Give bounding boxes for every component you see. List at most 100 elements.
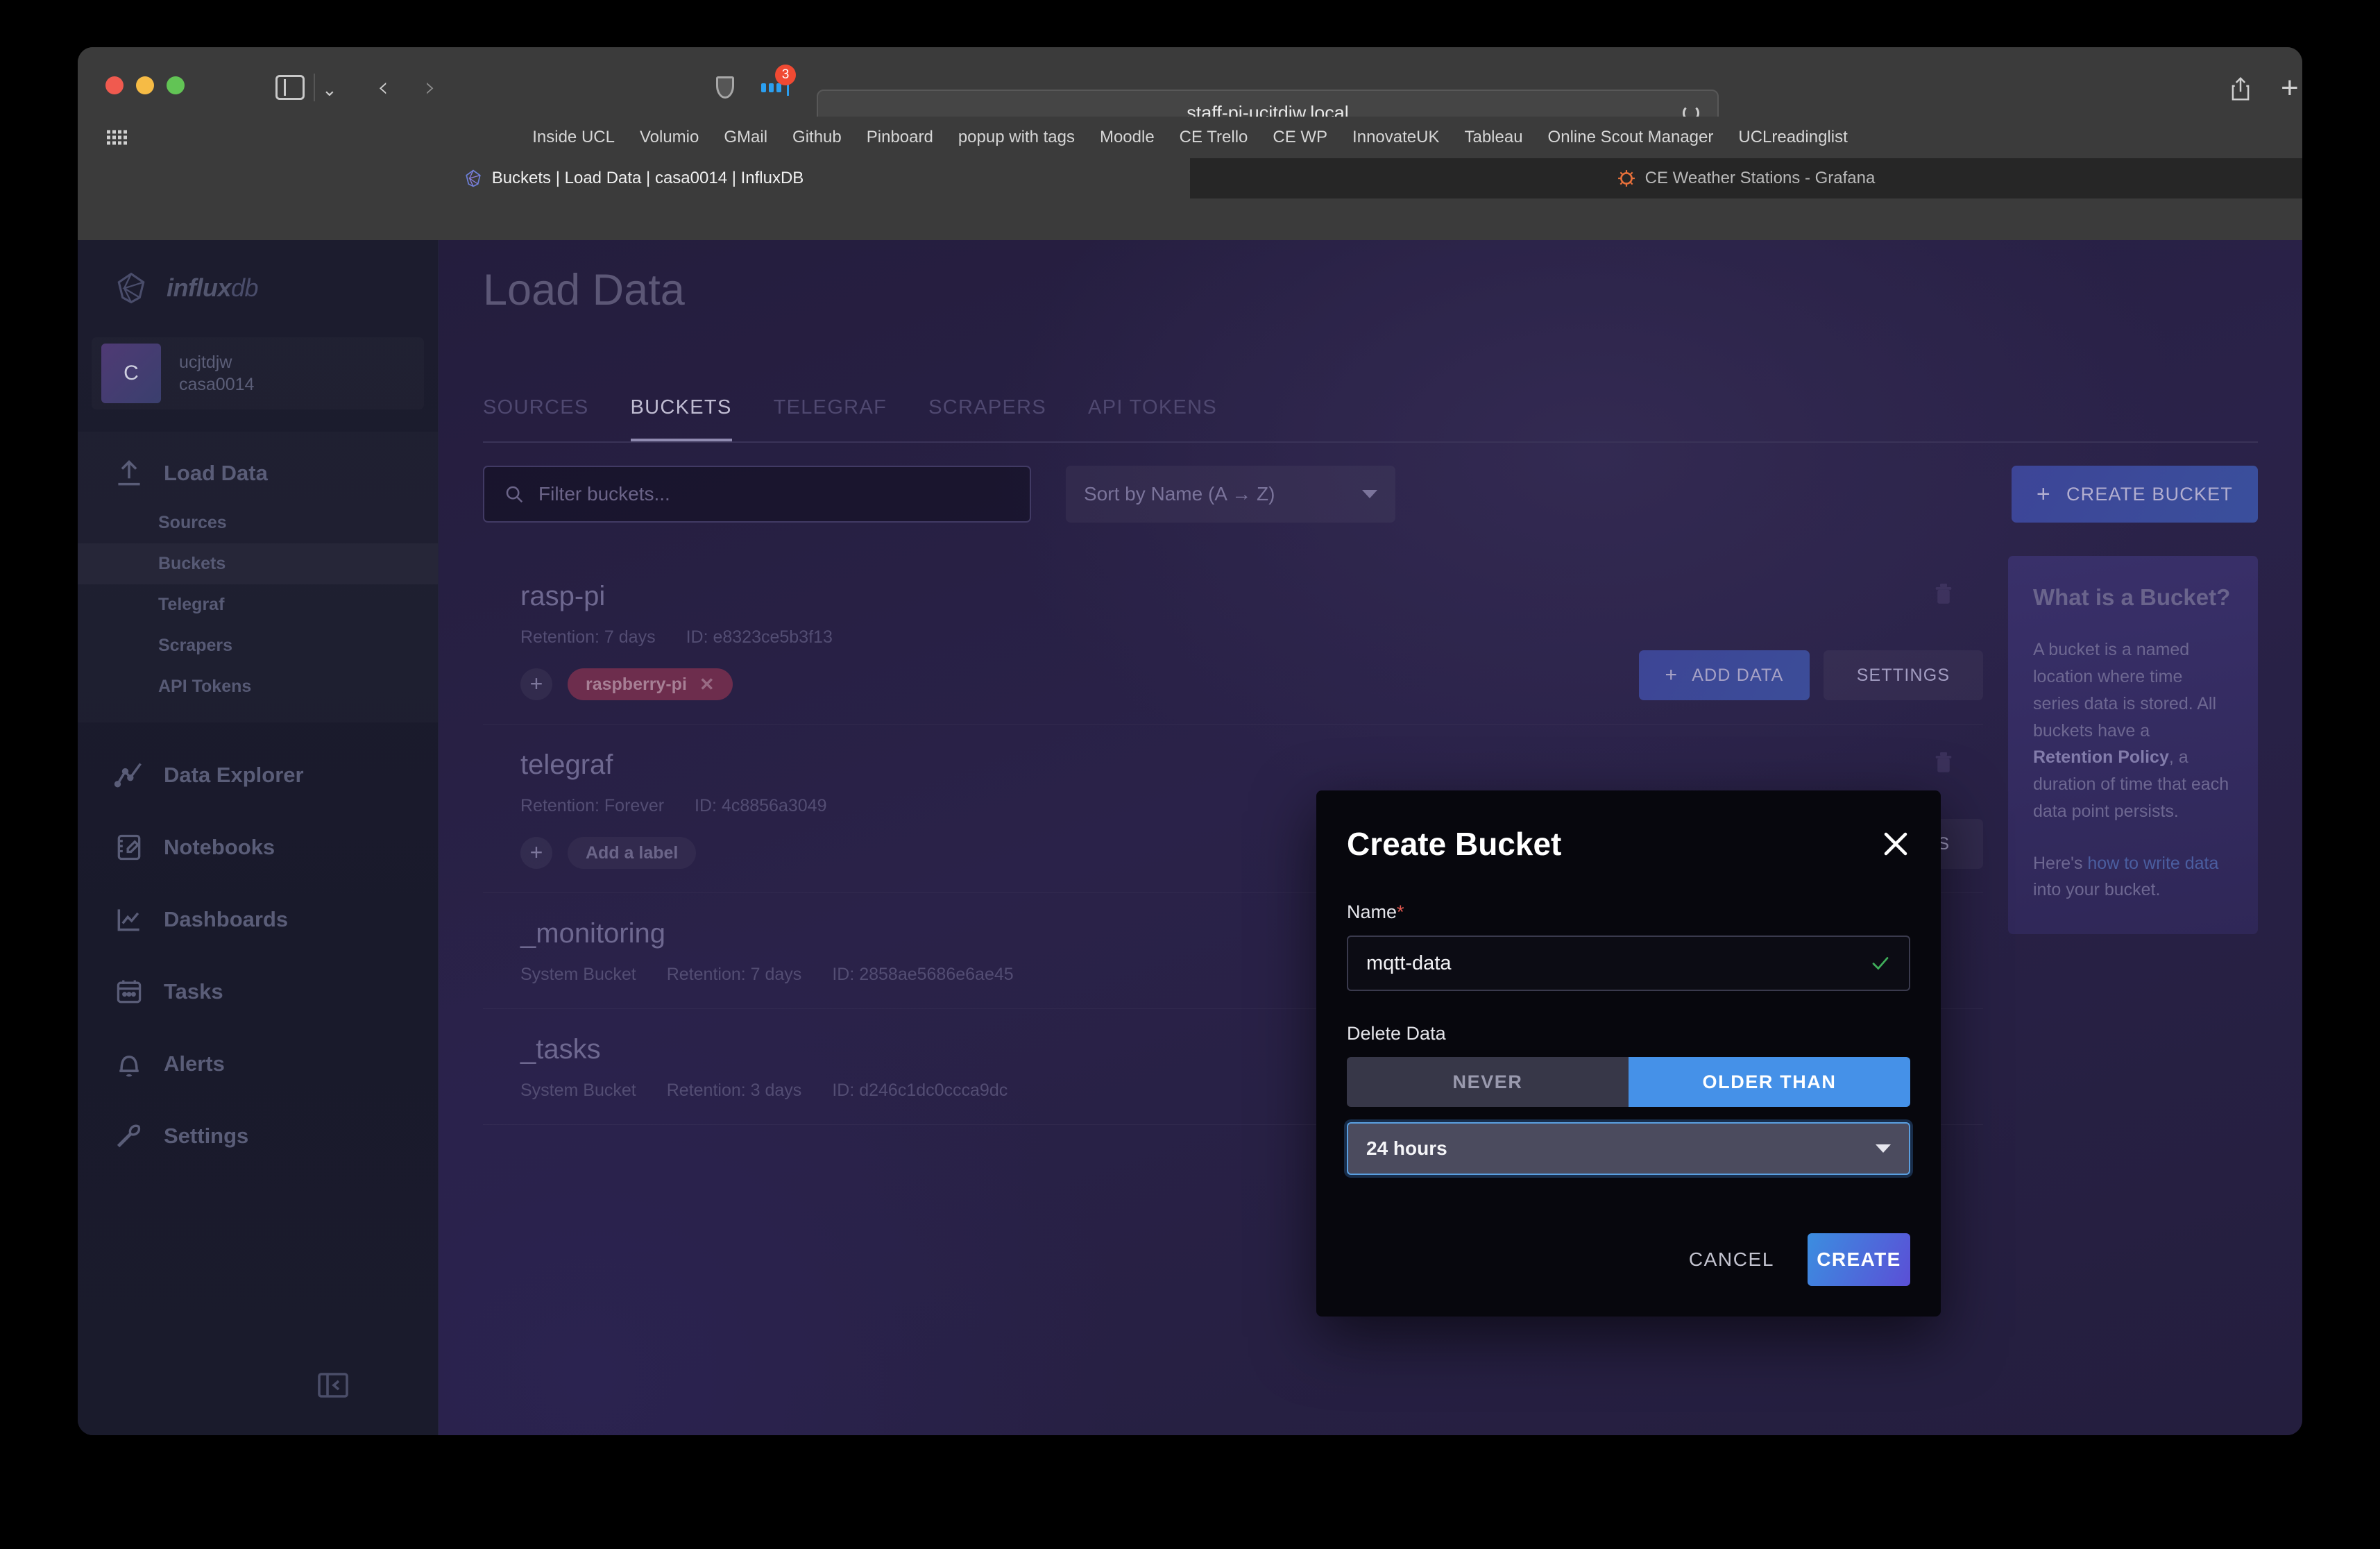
sidebar-item-alerts[interactable]: Alerts [78,1028,438,1100]
calendar-icon [117,980,142,1004]
sidebar-item-label: Alerts [164,1051,225,1076]
browser-titlebar: ⌄ ‹ › 3 staff-pi-ucjtdjw.local + [78,47,2302,137]
modal-footer: CANCEL CREATE [1347,1233,1910,1286]
browser-window: ⌄ ‹ › 3 staff-pi-ucjtdjw.local + Inside … [78,47,2302,1435]
wordmark-light: db [231,273,259,302]
cancel-button[interactable]: CANCEL [1676,1248,1787,1271]
wordmark-bold: influx [167,273,232,302]
data-explorer-icon [114,763,142,788]
bookmark-item[interactable]: Pinboard [867,128,933,147]
sidebar-item-data-explorer[interactable]: Data Explorer [78,739,438,811]
org-username: ucjtdjw [179,353,232,372]
browser-tab-grafana[interactable]: CE Weather Stations - Grafana [1190,158,2302,198]
sidebar-item-sources[interactable]: Sources [78,502,438,543]
bookmark-item[interactable]: CE WP [1273,128,1327,147]
bell-icon [119,1056,139,1077]
influxdb-app: influxdb C ucjtdjw casa0014 Load Data So… [78,240,2302,1435]
notebook-icon [117,834,141,861]
sidebar-item-telegraf[interactable]: Telegraf [78,584,438,625]
bookmark-item[interactable]: Online Scout Manager [1548,128,1714,147]
modal-title: Create Bucket [1347,826,1562,862]
chevron-down-icon[interactable]: ⌄ [322,81,337,99]
bucket-name-input[interactable]: mqtt-data [1347,936,1910,991]
sidebar-toggle-icon[interactable] [275,75,305,100]
sidebar-item-load-data[interactable]: Load Data [78,444,438,502]
retention-duration-dropdown[interactable]: 24 hours [1347,1122,1910,1175]
bookmark-item[interactable]: popup with tags [958,128,1075,147]
required-asterisk: * [1397,902,1404,922]
close-window-button[interactable] [105,76,124,94]
org-name: casa0014 [179,375,255,394]
sidebar-item-tasks[interactable]: Tasks [78,956,438,1028]
minimize-window-button[interactable] [136,76,154,94]
sidebar-main-nav: Data Explorer Notebooks Dashboards Tasks… [78,739,438,1172]
name-field-label: Name* [1347,902,1910,923]
toolbar-divider [314,74,315,101]
chevron-down-icon [1876,1144,1891,1153]
sidebar-group-load-data: Load Data Sources Buckets Telegraf Scrap… [78,432,438,722]
retention-older-than-button[interactable]: OLDER THAN [1629,1057,1910,1107]
sidebar-item-label: Settings [164,1124,249,1148]
retention-duration-value: 24 hours [1366,1137,1447,1159]
browser-tab-influxdb[interactable]: Buckets | Load Data | casa0014 | InfluxD… [78,158,1190,198]
org-info: ucjtdjw casa0014 [179,351,254,396]
new-tab-icon[interactable]: + [2281,73,2299,103]
window-controls [105,76,185,94]
sidebar-item-settings[interactable]: Settings [78,1100,438,1172]
bookmark-item[interactable]: Moodle [1100,128,1155,147]
sidebar-item-api-tokens[interactable]: API Tokens [78,666,438,707]
sidebar-collapse-button[interactable] [316,1371,350,1399]
sidebar-item-buckets[interactable]: Buckets [78,543,438,584]
privacy-shield-icon[interactable] [716,76,734,99]
extension-icon[interactable] [761,83,781,92]
sidebar-item-dashboards[interactable]: Dashboards [78,883,438,956]
sidebar-item-scrapers[interactable]: Scrapers [78,625,438,666]
bookmark-item[interactable]: InnovateUK [1352,128,1439,147]
close-icon[interactable] [1881,829,1910,858]
modal-overlay: Create Bucket Name* mqtt-data Delete Dat… [439,240,2302,1435]
app-grid-icon[interactable] [107,130,127,145]
browser-tab-label: CE Weather Stations - Grafana [1644,169,1876,187]
grafana-favicon [1617,170,1635,187]
wrench-icon [117,1124,141,1148]
check-icon [1872,957,1889,970]
extension-badge-count: 3 [775,65,796,85]
sidebar-item-label: Notebooks [164,835,275,859]
bookmark-item[interactable]: Tableau [1464,128,1522,147]
influxdb-logo-icon [117,272,145,304]
sidebar-item-label: Dashboards [164,907,289,931]
dashboard-icon [117,909,139,931]
maximize-window-button[interactable] [167,76,185,94]
sidebar-item-label: Tasks [164,979,223,1004]
modal-header: Create Bucket [1347,825,1910,863]
avatar: C [101,344,161,403]
create-button[interactable]: CREATE [1808,1233,1910,1286]
forward-button[interactable]: › [425,74,436,101]
bookmarks-bar: Inside UCL Volumio GMail Github Pinboard… [78,117,2302,158]
delete-data-label: Delete Data [1347,1023,1446,1044]
bucket-name-value: mqtt-data [1366,951,1452,974]
retention-toggle-group: NEVER OLDER THAN [1347,1057,1910,1107]
back-button[interactable]: ‹ [377,74,389,101]
share-icon[interactable] [2229,76,2252,101]
bookmark-item[interactable]: Github [792,128,842,147]
name-label-text: Name [1347,902,1397,922]
bookmark-item[interactable]: Inside UCL [532,128,615,147]
influxdb-favicon [465,169,481,187]
main-content: Load Data SOURCES BUCKETS TELEGRAF SCRAP… [439,240,2302,1435]
create-bucket-modal: Create Bucket Name* mqtt-data Delete Dat… [1316,790,1941,1317]
sidebar-item-notebooks[interactable]: Notebooks [78,811,438,883]
bookmark-item[interactable]: CE Trello [1180,128,1248,147]
influxdb-wordmark: influxdb [167,273,259,303]
tab-strip: Buckets | Load Data | casa0014 | InfluxD… [78,158,2302,198]
org-switcher[interactable]: C ucjtdjw casa0014 [92,337,424,409]
bookmark-item[interactable]: Volumio [640,128,699,147]
sidebar-item-label: Load Data [164,461,268,485]
sidebar-item-label: Data Explorer [164,763,304,787]
influxdb-logo[interactable]: influxdb [78,240,438,305]
bookmark-item[interactable]: GMail [724,128,767,147]
bookmark-item[interactable]: UCLreadinglist [1738,128,1847,147]
retention-never-button[interactable]: NEVER [1347,1057,1629,1107]
browser-tab-label: Buckets | Load Data | casa0014 | InfluxD… [491,169,804,187]
upload-icon [118,460,140,486]
